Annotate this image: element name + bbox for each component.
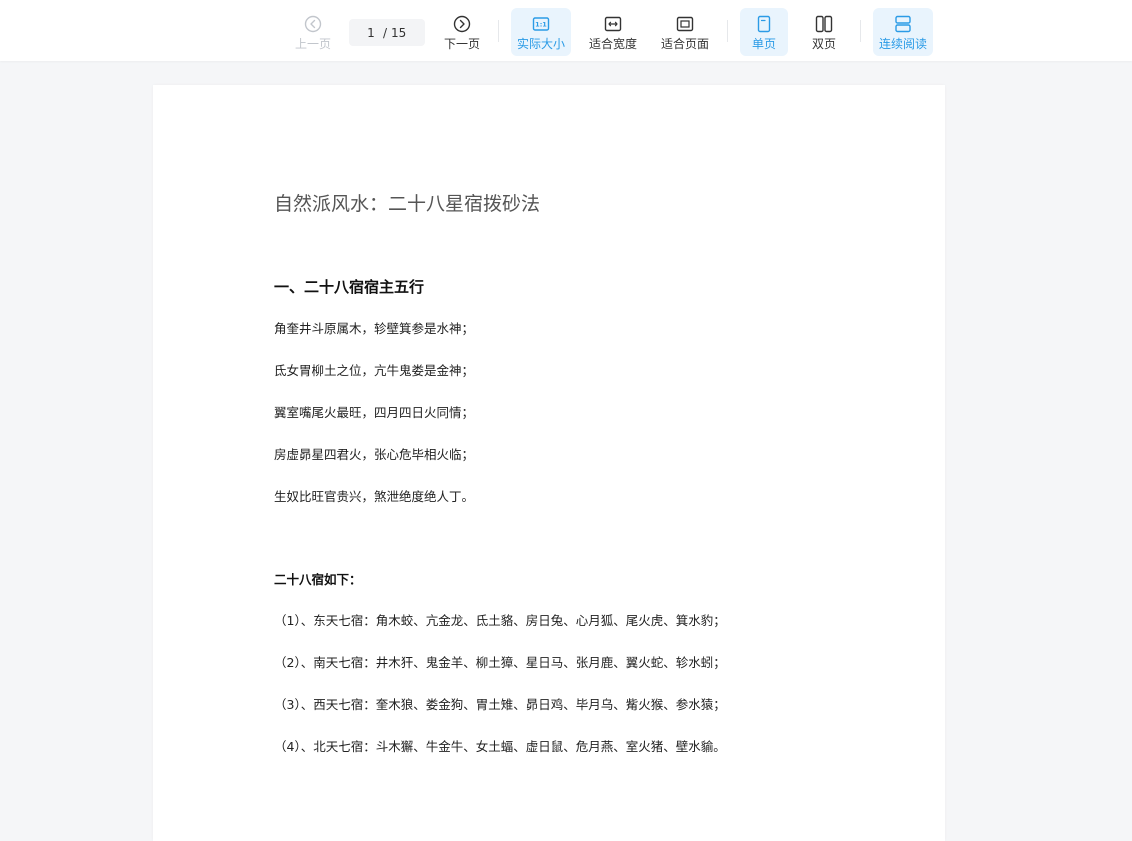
list-item: （1）、东天七宿：角木蛟、亢金龙、氐土貉、房日兔、心月狐、尾火虎、箕水豹； xyxy=(274,613,726,628)
fit-page-button[interactable]: 适合页面 xyxy=(656,8,714,56)
verse-line: 角奎井斗原属木，轸壁箕参是水神； xyxy=(274,321,475,336)
toolbar-divider xyxy=(860,20,861,42)
chevron-left-circle-icon xyxy=(304,15,322,33)
fit-width-button[interactable]: 适合宽度 xyxy=(584,8,642,56)
section-heading: 一、二十八宿宿主五行 xyxy=(274,278,425,296)
chevron-right-circle-icon xyxy=(453,15,471,33)
double-page-button[interactable]: 双页 xyxy=(800,8,848,56)
fit-width-label: 适合宽度 xyxy=(588,37,637,51)
prev-page-label: 上一页 xyxy=(294,37,331,51)
single-page-label: 单页 xyxy=(751,37,776,51)
next-page-label: 下一页 xyxy=(443,37,480,51)
toolbar-divider xyxy=(727,20,728,42)
verse-line: 氐女胃柳土之位，亢牛鬼娄是金神； xyxy=(274,363,475,378)
fit-page-icon xyxy=(676,16,694,32)
continuous-reading-button[interactable]: 连续阅读 xyxy=(873,8,933,56)
fit-page-label: 适合页面 xyxy=(660,37,709,51)
verse-line: 房虚昴星四君火，张心危毕相火临； xyxy=(274,447,475,462)
double-page-label: 双页 xyxy=(811,37,836,51)
verse-line: 生奴比旺官贵兴，煞泄绝度绝人丁。 xyxy=(274,489,475,504)
document-page: 自然派风水：二十八星宿拨砂法 一、二十八宿宿主五行 角奎井斗原属木，轸壁箕参是水… xyxy=(153,85,945,841)
single-page-icon xyxy=(757,15,771,33)
list-item: （2）、南天七宿：井木犴、鬼金羊、柳土獐、星日马、张月鹿、翼火蛇、轸水蚓； xyxy=(274,655,726,670)
actual-size-button[interactable]: 1:1 实际大小 xyxy=(511,8,571,56)
double-page-icon xyxy=(815,15,833,33)
fit-width-icon xyxy=(604,16,622,32)
list-heading: 二十八宿如下： xyxy=(274,572,362,587)
actual-size-icon-text: 1:1 xyxy=(535,21,547,29)
verse-line: 翼室嘴尾火最旺，四月四日火同情； xyxy=(274,405,475,420)
continuous-reading-label: 连续阅读 xyxy=(878,37,927,51)
page-number-input[interactable]: 1 / 15 xyxy=(349,19,425,46)
next-page-button[interactable]: 下一页 xyxy=(438,8,486,56)
page-separator: / xyxy=(383,25,388,40)
prev-page-button[interactable]: 上一页 xyxy=(289,8,337,56)
single-page-button[interactable]: 单页 xyxy=(740,8,788,56)
total-pages-value: 15 xyxy=(391,25,407,40)
actual-size-label: 实际大小 xyxy=(516,37,565,51)
viewer-toolbar: 上一页 1 / 15 下一页 1:1 实际大小 适合宽度 适合页面 单页 双页 … xyxy=(0,0,1132,61)
list-item: （4）、北天七宿：斗木獬、牛金牛、女土蝠、虚日鼠、危月燕、室火猪、壁水貐。 xyxy=(274,739,726,754)
actual-size-icon: 1:1 xyxy=(532,17,550,31)
continuous-reading-icon xyxy=(895,15,911,33)
document-title: 自然派风水：二十八星宿拨砂法 xyxy=(274,193,541,215)
list-item: （3）、西天七宿：奎木狼、娄金狗、胃土雉、昴日鸡、毕月乌、觜火猴、参水猿； xyxy=(274,697,726,712)
toolbar-divider xyxy=(498,20,499,42)
